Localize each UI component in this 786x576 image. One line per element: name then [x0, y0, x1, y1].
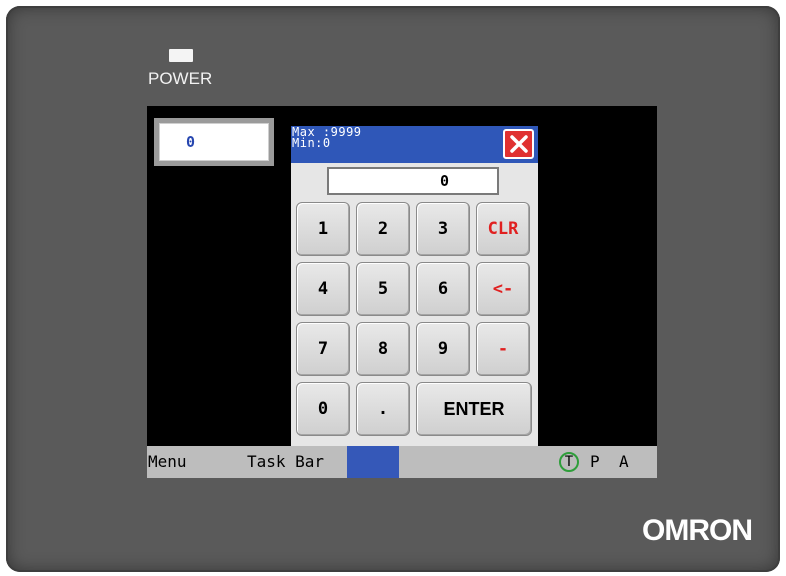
- key-7[interactable]: 7: [296, 322, 350, 376]
- power-label: POWER: [148, 69, 213, 88]
- key-6[interactable]: 6: [416, 262, 470, 316]
- t-indicator-icon[interactable]: T: [559, 452, 579, 472]
- enter-button[interactable]: ENTER: [416, 382, 532, 436]
- menu-button[interactable]: Menu: [148, 452, 187, 471]
- key-8[interactable]: 8: [356, 322, 410, 376]
- key-0[interactable]: 0: [296, 382, 350, 436]
- taskbar-label: Task Bar: [247, 452, 325, 471]
- key-4[interactable]: 4: [296, 262, 350, 316]
- minus-button[interactable]: -: [476, 322, 530, 376]
- key-1[interactable]: 1: [296, 202, 350, 256]
- keypad-limits: Max :9999 Min:0: [292, 126, 362, 150]
- numeric-keypad: Max :9999 Min:0 0 1 2 3 CLR 4 5 6 <- 7 8…: [291, 126, 538, 446]
- key-9[interactable]: 9: [416, 322, 470, 376]
- key-2[interactable]: 2: [356, 202, 410, 256]
- power-led: [169, 49, 193, 62]
- numeric-display-value: 0: [159, 123, 269, 161]
- min-label: Min:0: [292, 136, 331, 150]
- close-button[interactable]: [503, 129, 534, 159]
- keypad-entry-field[interactable]: 0: [327, 167, 499, 195]
- hmi-screen: 0 Max :9999 Min:0 0 1 2 3 CLR 4 5 6 <- 7: [147, 106, 657, 478]
- keypad-header: Max :9999 Min:0: [291, 126, 538, 163]
- brand-logo: OMRON: [642, 514, 753, 547]
- p-indicator[interactable]: P: [590, 452, 600, 471]
- backspace-button[interactable]: <-: [476, 262, 530, 316]
- task-bar: Menu Task Bar T P A: [147, 446, 657, 478]
- clear-button[interactable]: CLR: [476, 202, 530, 256]
- decimal-point-button[interactable]: .: [356, 382, 410, 436]
- close-x-icon: [509, 135, 528, 153]
- taskbar-active-block[interactable]: [347, 446, 399, 478]
- key-5[interactable]: 5: [356, 262, 410, 316]
- key-3[interactable]: 3: [416, 202, 470, 256]
- a-indicator[interactable]: A: [619, 452, 629, 471]
- numeric-display[interactable]: 0: [154, 118, 274, 166]
